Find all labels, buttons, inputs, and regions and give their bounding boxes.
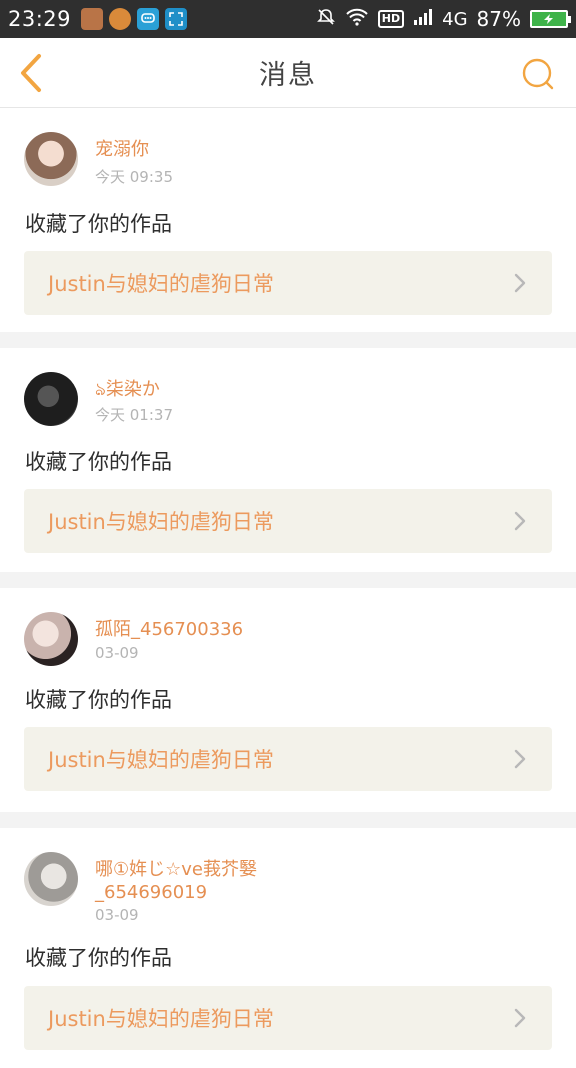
hd-badge: HD (377, 10, 405, 28)
page-title: 消息 (259, 60, 317, 91)
timestamp: 03-09 (95, 644, 139, 662)
username[interactable]: ঌ柒染か (95, 378, 395, 401)
divider (0, 572, 576, 588)
network-type: 4G (442, 8, 468, 30)
username[interactable]: 宠溺你 (95, 138, 395, 161)
avatar[interactable] (24, 852, 78, 906)
work-title: Justin与媳妇的虐狗日常 (48, 272, 274, 296)
chevron-right-icon (508, 509, 532, 533)
divider (0, 332, 576, 348)
work-link[interactable]: Justin与媳妇的虐狗日常 (24, 489, 552, 553)
action-text: 收藏了你的作品 (25, 450, 172, 474)
battery-charging-icon (530, 10, 571, 28)
message-card: 宠溺你 今天 09:35 收藏了你的作品 Justin与媳妇的虐狗日常 (0, 108, 576, 332)
battery-percent: 87% (476, 7, 521, 31)
avatar[interactable] (24, 132, 78, 186)
status-time: 23:29 (8, 7, 72, 31)
signal-icon (413, 8, 433, 30)
message-card: 孤陌_456700336 03-09 收藏了你的作品 Justin与媳妇的虐狗日… (0, 588, 576, 812)
status-indicators: HD 4G 87% (316, 7, 571, 31)
work-link[interactable]: Justin与媳妇的虐狗日常 (24, 986, 552, 1050)
work-link[interactable]: Justin与媳妇的虐狗日常 (24, 727, 552, 791)
message-card: 哪①姩じ☆ve莪芥嫛_654696019 03-09 收藏了你的作品 Justi… (0, 828, 576, 1068)
avatar[interactable] (24, 612, 78, 666)
mute-icon (316, 7, 336, 31)
chevron-right-icon (508, 1006, 532, 1030)
timestamp: 03-09 (95, 906, 139, 924)
username[interactable]: 哪①姩じ☆ve莪芥嫛_654696019 (95, 858, 285, 904)
page-header: 消息 (0, 38, 576, 108)
timestamp: 今天 01:37 (95, 406, 173, 424)
app-icon-2 (109, 8, 132, 30)
back-button[interactable] (12, 52, 52, 94)
search-icon (522, 58, 554, 90)
message-list: 宠溺你 今天 09:35 收藏了你的作品 Justin与媳妇的虐狗日常 ঌ柒染か… (0, 108, 576, 1068)
message-card: ঌ柒染か 今天 01:37 收藏了你的作品 Justin与媳妇的虐狗日常 (0, 348, 576, 572)
search-button[interactable] (520, 56, 556, 92)
divider (0, 812, 576, 828)
action-text: 收藏了你的作品 (25, 946, 172, 970)
work-title: Justin与媳妇的虐狗日常 (48, 1007, 274, 1031)
chevron-right-icon (508, 271, 532, 295)
username[interactable]: 孤陌_456700336 (95, 618, 395, 641)
work-title: Justin与媳妇的虐狗日常 (48, 748, 274, 772)
timestamp: 今天 09:35 (95, 168, 173, 186)
avatar[interactable] (24, 372, 78, 426)
app-icon-1 (81, 8, 104, 30)
action-text: 收藏了你的作品 (25, 212, 172, 236)
message-app-icon (137, 8, 160, 30)
chevron-left-icon (21, 54, 41, 92)
work-link[interactable]: Justin与媳妇的虐狗日常 (24, 251, 552, 315)
action-text: 收藏了你的作品 (25, 688, 172, 712)
screenshot-app-icon (165, 8, 188, 30)
chevron-right-icon (508, 747, 532, 771)
wifi-icon (345, 8, 369, 30)
status-bar: 23:29 HD 4G 87% (0, 0, 576, 38)
work-title: Justin与媳妇的虐狗日常 (48, 510, 274, 534)
notification-icons (81, 8, 188, 30)
